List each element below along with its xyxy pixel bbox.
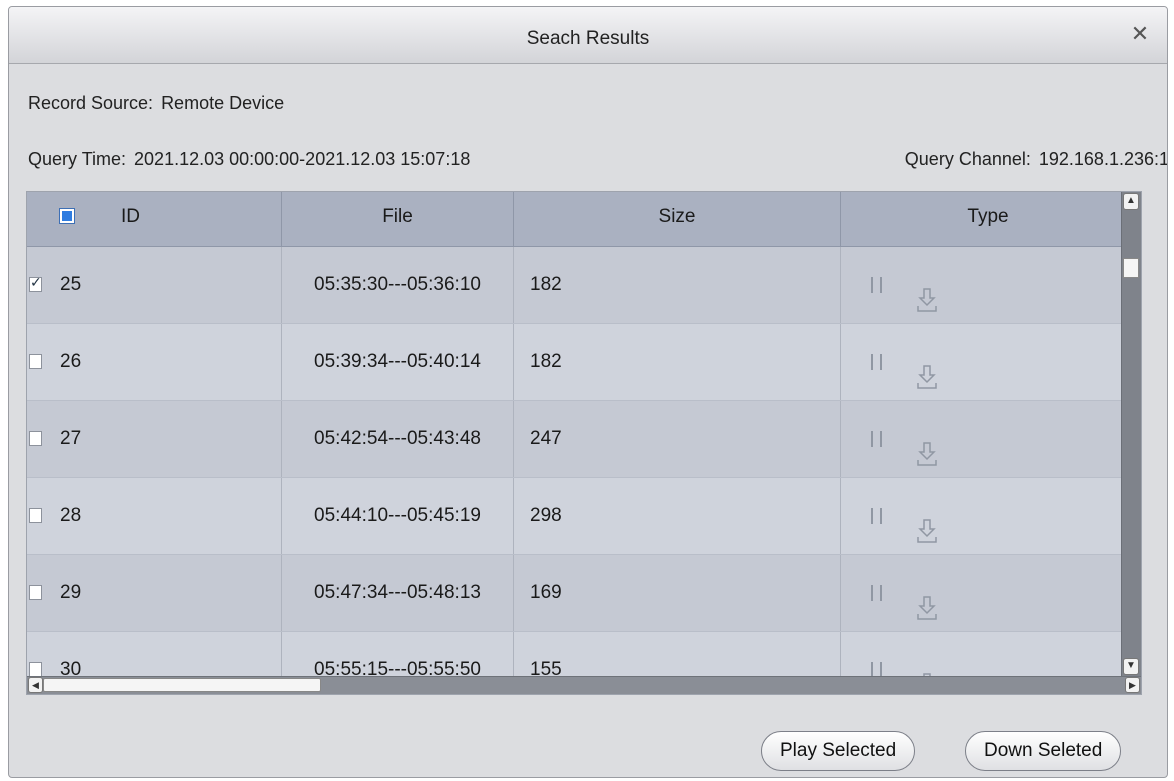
row-checkbox[interactable] xyxy=(29,662,42,677)
title-bar[interactable]: Seach Results ✕ xyxy=(9,7,1167,64)
vertical-scrollbar[interactable]: ▲ ▼ xyxy=(1121,192,1141,676)
table-row[interactable]: 25 05:35:30---05:36:10 182 xyxy=(27,247,1135,324)
pause-icon[interactable] xyxy=(865,579,889,607)
column-header-id[interactable]: ID xyxy=(27,192,282,246)
scroll-up-icon[interactable]: ▲ xyxy=(1123,193,1139,210)
row-checkbox[interactable] xyxy=(29,585,42,600)
dialog-title: Seach Results xyxy=(526,28,650,49)
column-header-type[interactable]: Type xyxy=(841,192,1135,246)
cell-id: 29 xyxy=(27,555,282,631)
row-checkbox[interactable] xyxy=(29,508,42,523)
column-header-id-label: ID xyxy=(121,206,140,227)
download-icon[interactable] xyxy=(915,579,939,620)
row-checkbox[interactable] xyxy=(29,272,42,292)
cell-type xyxy=(841,478,1135,554)
play-selected-button[interactable]: Play Selected xyxy=(761,731,916,771)
query-channel-label: Query Channel: xyxy=(904,149,1031,169)
cell-type xyxy=(841,401,1135,477)
horizontal-scrollbar[interactable]: ◀ ▶ xyxy=(27,676,1141,694)
row-id: 29 xyxy=(60,582,82,603)
cell-id: 25 xyxy=(27,247,282,323)
pause-icon[interactable] xyxy=(865,271,889,299)
table-row[interactable]: 27 05:42:54---05:43:48 247 xyxy=(27,401,1135,478)
down-selected-button[interactable]: Down Seleted xyxy=(965,731,1122,771)
column-header-size[interactable]: Size xyxy=(514,192,841,246)
cell-file: 05:39:34---05:40:14 xyxy=(282,324,514,400)
query-time: Query Time: 2021.12.03 00:00:00-2021.12.0… xyxy=(28,149,470,170)
cell-file: 05:35:30---05:36:10 xyxy=(282,247,514,323)
cell-size: 182 xyxy=(514,247,841,323)
cell-file: 05:44:10---05:45:19 xyxy=(282,478,514,554)
scroll-right-icon[interactable]: ▶ xyxy=(1125,677,1140,693)
cell-type xyxy=(841,324,1135,400)
select-all-checkbox[interactable] xyxy=(59,208,75,224)
column-header-file[interactable]: File xyxy=(282,192,514,246)
download-icon[interactable] xyxy=(915,271,939,312)
horizontal-scroll-thumb[interactable] xyxy=(43,678,321,692)
table-row[interactable]: 26 05:39:34---05:40:14 182 xyxy=(27,324,1135,401)
cell-size: 298 xyxy=(514,478,841,554)
cell-size: 182 xyxy=(514,324,841,400)
cell-id: 27 xyxy=(27,401,282,477)
record-source-value: Remote Device xyxy=(161,93,285,113)
download-icon[interactable] xyxy=(915,502,939,543)
row-checkbox[interactable] xyxy=(29,354,42,369)
record-source: Record Source: Remote Device xyxy=(28,93,284,114)
query-channel-value: 192.168.1.236:1 xyxy=(1038,149,1168,169)
search-results-dialog: Seach Results ✕ Record Source: Remote Dev… xyxy=(8,6,1168,778)
cell-type xyxy=(841,555,1135,631)
pause-icon[interactable] xyxy=(865,348,889,376)
pause-icon[interactable] xyxy=(865,502,889,530)
cell-id: 26 xyxy=(27,324,282,400)
cell-size: 247 xyxy=(514,401,841,477)
table-row[interactable]: 29 05:47:34---05:48:13 169 xyxy=(27,555,1135,632)
cell-size: 169 xyxy=(514,555,841,631)
row-id: 26 xyxy=(60,351,82,372)
download-icon[interactable] xyxy=(915,348,939,389)
vertical-scroll-thumb[interactable] xyxy=(1123,258,1139,278)
download-icon[interactable] xyxy=(915,425,939,466)
close-icon[interactable]: ✕ xyxy=(1127,21,1153,47)
table-header: ID File Size Type xyxy=(27,192,1135,247)
query-channel: Query Channel: 192.168.1.236:1 xyxy=(904,149,1168,170)
results-table: ID File Size Type 25 05:35:30---05:36:10… xyxy=(26,191,1142,695)
row-id: 28 xyxy=(60,505,82,526)
pause-icon[interactable] xyxy=(865,425,889,453)
query-time-label: Query Time: xyxy=(28,149,127,169)
scroll-left-icon[interactable]: ◀ xyxy=(28,677,43,693)
table-row[interactable]: 28 05:44:10---05:45:19 298 xyxy=(27,478,1135,555)
cell-file: 05:47:34---05:48:13 xyxy=(282,555,514,631)
row-id: 27 xyxy=(60,428,82,449)
cell-file: 05:42:54---05:43:48 xyxy=(282,401,514,477)
row-id: 25 xyxy=(60,274,82,295)
row-checkbox[interactable] xyxy=(29,431,42,446)
table-body: 25 05:35:30---05:36:10 182 26 05:39:34--… xyxy=(27,247,1135,694)
query-time-value: 2021.12.03 00:00:00-2021.12.03 15:07:18 xyxy=(134,149,471,169)
record-source-label: Record Source: xyxy=(28,93,154,113)
cell-id: 28 xyxy=(27,478,282,554)
cell-type xyxy=(841,247,1135,323)
scroll-down-icon[interactable]: ▼ xyxy=(1123,658,1139,675)
